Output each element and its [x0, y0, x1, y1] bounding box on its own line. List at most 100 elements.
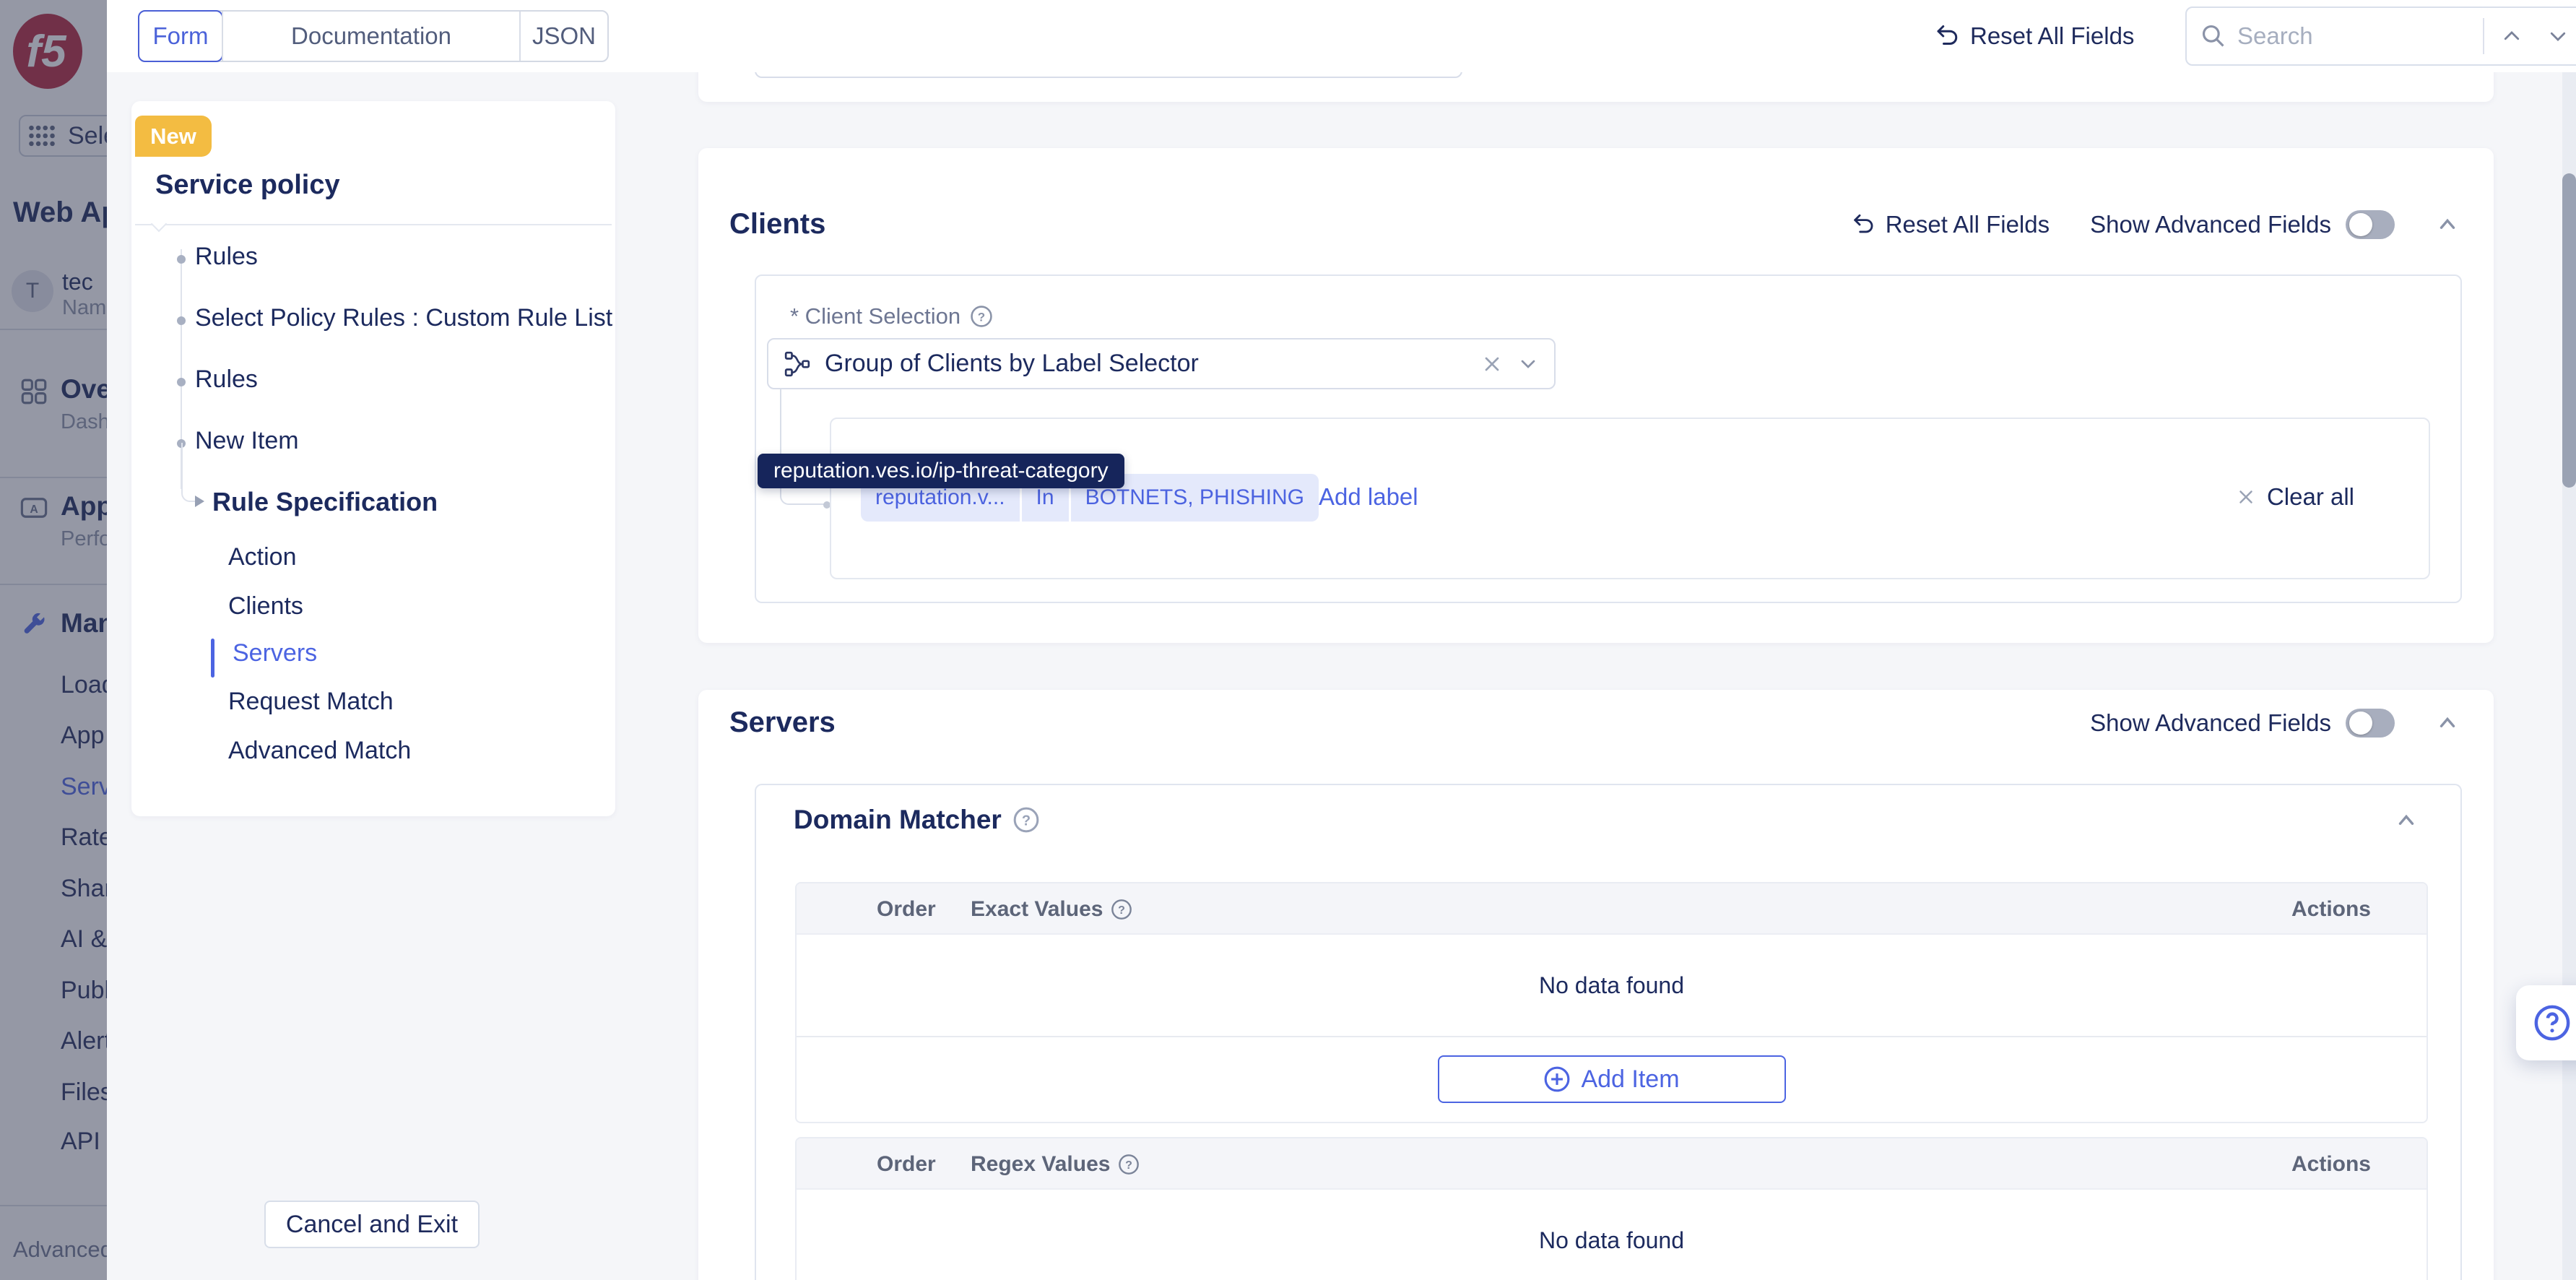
svg-text:?: ?	[1119, 904, 1126, 917]
svg-text:?: ?	[1022, 813, 1031, 829]
divider	[135, 224, 612, 225]
collapse-chevron-icon[interactable]	[2435, 711, 2460, 735]
nav-item-advanced-match[interactable]: Advanced Match	[228, 737, 411, 765]
nav-item-servers[interactable]: Servers	[233, 639, 317, 667]
label-selector-icon	[783, 350, 812, 379]
add-item-button[interactable]: Add Item	[1438, 1055, 1786, 1103]
servers-advanced-toggle[interactable]	[2346, 709, 2395, 738]
exact-values-table: Order Exact Values ? Actions No data fou…	[795, 882, 2428, 1123]
search-box	[2185, 7, 2576, 66]
servers-section-controls: Show Advanced Fields	[2090, 706, 2460, 740]
form-nav-panel: New Service policy Rules Select Policy R…	[131, 101, 615, 816]
column-regex-values: Regex Values ?	[971, 1138, 1140, 1190]
client-selection-value: Group of Clients by Label Selector	[825, 350, 1467, 378]
tab-form[interactable]: Form	[138, 10, 223, 62]
clients-section-controls: Reset All Fields Show Advanced Fields	[1851, 208, 2460, 241]
nav-item-new-item[interactable]: New Item	[195, 427, 299, 455]
help-circle-icon[interactable]: ?	[1012, 805, 1041, 834]
help-circle-icon	[2532, 1003, 2572, 1043]
servers-section-title: Servers	[729, 706, 836, 739]
regex-values-table: Order Regex Values ? Actions No data fou…	[795, 1137, 2428, 1280]
clients-section: Clients Reset All Fields Show Advanced F…	[698, 148, 2494, 643]
nav-item-select-policy-rules[interactable]: Select Policy Rules : Custom Rule List	[195, 304, 612, 332]
column-actions: Actions	[2291, 883, 2371, 935]
label-selector-box: reputation.v... In BOTNETS, PHISHING Add…	[830, 418, 2430, 579]
selected-item-indicator	[211, 639, 214, 678]
client-selection-label-row: * Client Selection ?	[790, 303, 994, 329]
servers-advanced-toggle-label: Show Advanced Fields	[2090, 709, 2331, 737]
add-label-link[interactable]: Add label	[1319, 483, 1418, 511]
column-order: Order	[877, 1138, 936, 1190]
help-circle-icon[interactable]: ?	[1110, 898, 1133, 921]
add-item-label: Add Item	[1581, 1065, 1679, 1094]
view-tab-group: Form Documentation JSON	[138, 10, 609, 62]
reset-all-fields-button[interactable]: Reset All Fields	[1934, 0, 2134, 72]
tab-json[interactable]: JSON	[519, 12, 607, 61]
search-icon	[2200, 22, 2227, 50]
clear-all-button[interactable]: Clear all	[2235, 483, 2354, 511]
app-root: f5 Sele Web Ap T tec Nam Ove Dashb	[0, 0, 2576, 1280]
search-prev-button[interactable]	[2493, 17, 2531, 55]
column-exact-values: Exact Values ?	[971, 883, 1133, 935]
domain-matcher-title-row: Domain Matcher ?	[794, 805, 1041, 835]
servers-section: Servers Show Advanced Fields Domain Matc…	[698, 690, 2494, 1280]
nav-item-request-match[interactable]: Request Match	[228, 688, 394, 716]
close-icon	[2235, 486, 2257, 508]
collapse-chevron-icon[interactable]	[2394, 808, 2419, 833]
reset-all-fields-label: Reset All Fields	[1970, 22, 2134, 50]
help-circle-icon[interactable]: ?	[1117, 1153, 1140, 1176]
nav-item-rules-1[interactable]: Rules	[195, 243, 258, 271]
column-actions: Actions	[2291, 1138, 2371, 1190]
panel-notch	[151, 216, 168, 233]
tree-bullet	[177, 255, 186, 264]
clients-reset-all-button[interactable]: Reset All Fields	[1851, 211, 2050, 238]
nav-item-rules-2[interactable]: Rules	[195, 366, 258, 394]
tree-bullet	[177, 378, 186, 386]
chevron-down-icon[interactable]	[1517, 353, 1540, 376]
client-selection-label: * Client Selection	[790, 303, 960, 329]
exact-values-add-row: Add Item	[797, 1036, 2427, 1121]
regex-values-table-header: Order Regex Values ? Actions	[797, 1138, 2427, 1190]
divider	[2483, 18, 2484, 54]
client-selection-box: * Client Selection ? Group of Clients by…	[755, 274, 2462, 603]
search-next-button[interactable]	[2539, 17, 2576, 55]
clients-section-title: Clients	[729, 208, 825, 241]
reset-arrow-icon	[1934, 23, 1960, 49]
reset-arrow-icon	[1851, 212, 1875, 237]
expand-arrow-icon	[195, 496, 204, 507]
tree-bullet	[177, 316, 186, 325]
column-order: Order	[877, 883, 936, 935]
regex-values-empty-state: No data found	[797, 1190, 2427, 1280]
clear-all-label: Clear all	[2267, 483, 2354, 511]
tree-elbow-connector	[181, 443, 197, 502]
collapse-chevron-icon[interactable]	[2435, 212, 2460, 237]
label-key-tooltip: reputation.ves.io/ip-threat-category	[758, 454, 1124, 488]
clear-icon[interactable]	[1480, 353, 1504, 376]
svg-text:?: ?	[1126, 1159, 1133, 1172]
modal-header: Form Documentation JSON Reset All Fields	[107, 0, 2576, 72]
domain-matcher-title: Domain Matcher	[794, 805, 1002, 835]
clients-reset-all-label: Reset All Fields	[1886, 211, 2050, 238]
chevron-down-icon	[2547, 25, 2569, 47]
clients-advanced-toggle-label: Show Advanced Fields	[2090, 211, 2331, 238]
nav-item-clients[interactable]: Clients	[228, 592, 303, 620]
client-selection-dropdown[interactable]: Group of Clients by Label Selector	[767, 338, 1556, 389]
column-regex-values-label: Regex Values	[971, 1152, 1110, 1177]
page-title: Service policy	[155, 170, 340, 201]
help-circle-icon[interactable]: ?	[969, 304, 994, 329]
plus-circle-icon	[1543, 1065, 1571, 1093]
search-input[interactable]	[2236, 22, 2474, 51]
help-fab-button[interactable]	[2516, 985, 2576, 1060]
domain-matcher-box: Domain Matcher ? Order Exact Values ? Ac	[755, 784, 2462, 1280]
exact-values-table-header: Order Exact Values ? Actions	[797, 883, 2427, 935]
column-exact-values-label: Exact Values	[971, 897, 1103, 922]
scrollbar-thumb[interactable]	[2562, 173, 2576, 488]
tab-documentation[interactable]: Documentation	[222, 12, 519, 61]
modal-scrim[interactable]	[0, 0, 107, 1280]
nav-group-rule-specification[interactable]: Rule Specification	[212, 487, 438, 517]
nav-item-action[interactable]: Action	[228, 543, 297, 571]
clients-advanced-toggle[interactable]	[2346, 210, 2395, 239]
cancel-and-exit-button[interactable]: Cancel and Exit	[264, 1201, 480, 1248]
exact-values-empty-state: No data found	[797, 935, 2427, 1036]
status-badge: New	[135, 116, 212, 157]
